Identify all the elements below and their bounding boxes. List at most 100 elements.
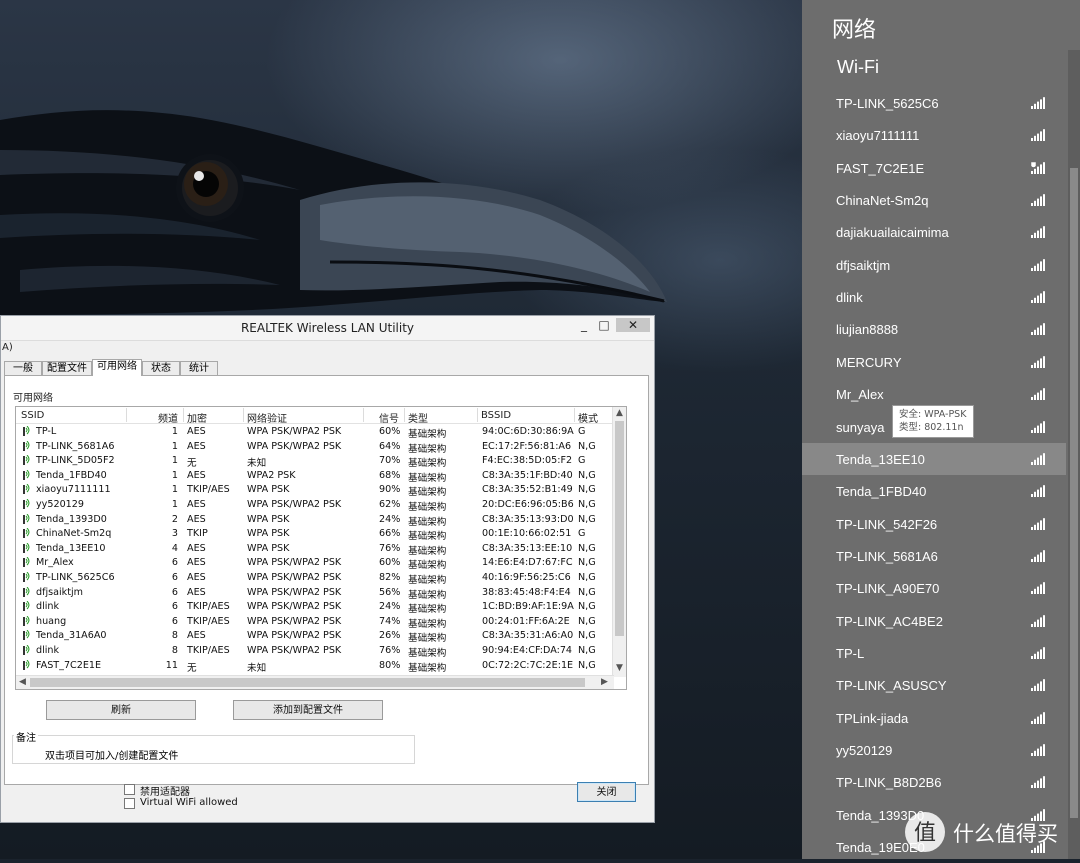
tab-statistics[interactable]: 统计 [180,361,218,375]
cell-channel: 1 [171,484,178,496]
wifi-network-item[interactable]: TP-LINK_542F26 [802,508,1066,540]
col-header-ssid[interactable]: SSID [21,410,44,421]
table-row[interactable]: TP-LINK_5681A6 1 AES WPA PSK/WPA2 PSK 64% 基础架… [16,440,614,455]
table-row[interactable]: Tenda_31A6A0 8 AES WPA PSK/WPA2 PSK 26% 基础架构 C… [16,629,614,644]
col-header-mode[interactable]: 模式 [578,410,598,425]
vertical-scrollbar[interactable]: ▲ ▼ [612,407,626,677]
table-row[interactable]: ChinaNet-Sm2q 3 TKIP WPA PSK 66% 基础架构 00:1E:10… [16,527,614,542]
column-separator[interactable] [477,408,478,422]
tab-status[interactable]: 状态 [142,361,180,375]
table-row[interactable]: Tenda_13EE10 4 AES WPA PSK 76% 基础架构 C8:3A:35:1… [16,542,614,557]
column-separator[interactable] [404,408,405,422]
cell-mode: N,G [578,557,596,569]
table-row[interactable]: TP-L 1 AES WPA PSK/WPA2 PSK 60% 基础架构 94:0C:6D:… [16,425,614,440]
col-header-bssid[interactable]: BSSID [481,410,511,421]
wifi-network-item[interactable]: yy520129 [802,734,1066,766]
wifi-network-item[interactable]: TP-L [802,637,1066,669]
cell-type: 基础架构 [408,589,447,601]
wifi-signal-icon [1031,550,1045,562]
scroll-thumb[interactable] [615,421,624,636]
network-name: TP-LINK_5625C6 [836,96,939,111]
network-list[interactable]: SSID 频道 加密 网络验证 信号 类型 BSSID 模式 TP-L 1 AES W… [15,406,627,690]
wifi-network-item[interactable]: ChinaNet-Sm2q [802,184,1066,216]
table-row[interactable]: TP-LINK_5D05F2 1 无 未知 70% 基础架构 F4:EC:38:5D:05:… [16,454,614,469]
cell-channel: 6 [171,601,178,613]
wifi-signal-icon [1031,711,1045,724]
cell-type: 基础架构 [408,560,447,572]
table-row[interactable]: xiaoyu7111111 1 TKIP/AES WPA PSK 90% 基础架构 C8:3… [16,483,614,498]
cell-auth: WPA PSK/WPA2 PSK [247,644,342,656]
disable-adapter-checkbox[interactable] [124,784,135,795]
wifi-network-item[interactable]: Tenda_1FBD40 [802,475,1066,507]
virtual-wifi-checkbox[interactable] [124,798,135,809]
wifi-network-item[interactable]: TP-LINK_5625C6 [802,87,1066,119]
column-separator[interactable] [126,408,127,422]
cell-encryption: AES [187,542,206,554]
column-separator[interactable] [574,408,575,422]
cell-type: 基础架构 [408,531,447,543]
cell-mode: N,G [578,644,596,656]
close-button[interactable]: 关闭 [577,782,636,802]
tab-general[interactable]: 一般 [4,361,42,375]
table-row[interactable]: Tenda_1FBD40 1 AES WPA2 PSK 68% 基础架构 C8:3A:35:… [16,469,614,484]
wifi-network-item[interactable]: TP-LINK_5681A6 [802,540,1066,572]
wifi-network-item[interactable]: dajiakuailaicaimima [802,216,1066,248]
wifi-network-item[interactable]: TP-LINK_ASUSCY [802,669,1066,701]
cell-type: 基础架构 [408,545,447,557]
scroll-left-icon[interactable]: ◀ [19,677,26,687]
wifi-network-item[interactable]: dlink [802,281,1066,313]
add-to-profile-button[interactable]: 添加到配置文件 [233,700,383,720]
cell-mode: N,G [578,586,596,598]
scroll-down-icon[interactable]: ▼ [616,663,623,673]
table-row[interactable]: Mr_Alex 6 AES WPA PSK/WPA2 PSK 60% 基础架构 14:E6:… [16,556,614,571]
column-separator[interactable] [363,408,364,422]
table-row[interactable]: FAST_7C2E1E 11 无 未知 80% 基础架构 0C:72:2C:7C:2E:1E… [16,659,614,674]
wifi-network-item[interactable]: TP-LINK_A90E70 [802,572,1066,604]
wifi-network-item[interactable]: TP-LINK_B8D2B6 [802,766,1066,798]
menu-fragment[interactable]: A) [2,342,13,353]
tab-profiles[interactable]: 配置文件 [42,361,92,375]
network-name: TP-L [836,645,865,661]
col-header-type[interactable]: 类型 [408,410,428,425]
table-row[interactable]: dlink 8 TKIP/AES WPA PSK/WPA2 PSK 76% 基础架构 90:… [16,644,614,659]
minimize-icon[interactable]: _ [574,318,594,332]
zhi-logo-icon: 值 [905,812,945,852]
wifi-network-item[interactable]: FAST_7C2E1E [802,152,1066,184]
col-header-channel[interactable]: 频道 [158,410,178,425]
wifi-network-item[interactable]: TP-LINK_AC4BE2 [802,605,1066,637]
horizontal-scrollbar[interactable]: ◀ ▶ [16,675,614,689]
wifi-signal-icon [23,601,30,612]
wifi-network-item[interactable]: dfjsaiktjm [802,249,1066,281]
table-row[interactable]: huang 6 TKIP/AES WPA PSK/WPA2 PSK 74% 基础架构 00:… [16,615,614,630]
table-row[interactable]: TP-LINK_5625C6 6 AES WPA PSK/WPA2 PSK 82% 基础架… [16,571,614,586]
column-separator[interactable] [243,408,244,422]
table-row[interactable]: yy520129 1 AES WPA PSK/WPA2 PSK 62% 基础架构 20:DC… [16,498,614,513]
wifi-network-item[interactable]: liujian8888 [802,313,1066,345]
table-row[interactable]: dlink 6 TKIP/AES WPA PSK/WPA2 PSK 24% 基础架构 1C:… [16,600,614,615]
scroll-thumb[interactable] [1070,168,1078,818]
cell-ssid: dfjsaiktjm [36,586,84,598]
panel-scrollbar[interactable] [1068,50,1080,859]
table-row[interactable]: dfjsaiktjm 6 AES WPA PSK/WPA2 PSK 56% 基础架构 38:… [16,586,614,601]
wifi-network-item[interactable]: xiaoyu7111111 [802,119,1066,151]
scroll-thumb[interactable] [30,678,585,687]
column-separator[interactable] [183,408,184,422]
wifi-network-item[interactable]: TPLink-jiada [802,702,1066,734]
col-header-encryption[interactable]: 加密 [187,410,207,425]
window-titlebar[interactable]: REALTEK Wireless LAN Utility _ □ ✕ [1,316,654,341]
maximize-icon[interactable]: □ [596,318,612,332]
tab-available-networks[interactable]: 可用网络 [92,359,142,376]
scroll-right-icon[interactable]: ▶ [601,677,608,687]
refresh-button[interactable]: 刷新 [46,700,196,720]
close-icon[interactable]: ✕ [616,318,650,332]
wifi-network-item[interactable]: Tenda_13EE10 [802,442,1066,475]
cell-signal: 68% [379,469,401,481]
col-header-signal[interactable]: 信号 [379,410,399,425]
col-header-auth[interactable]: 网络验证 [247,410,287,425]
cell-ssid: dlink [36,644,60,656]
scroll-up-icon[interactable]: ▲ [616,408,623,418]
wifi-signal-icon [1031,776,1045,789]
cell-bssid: 90:94:E4:CF:DA:74 [482,644,573,656]
wifi-network-item[interactable]: MERCURY [802,346,1066,378]
table-row[interactable]: Tenda_1393D0 2 AES WPA PSK 24% 基础架构 C8:3A:35:1… [16,513,614,528]
